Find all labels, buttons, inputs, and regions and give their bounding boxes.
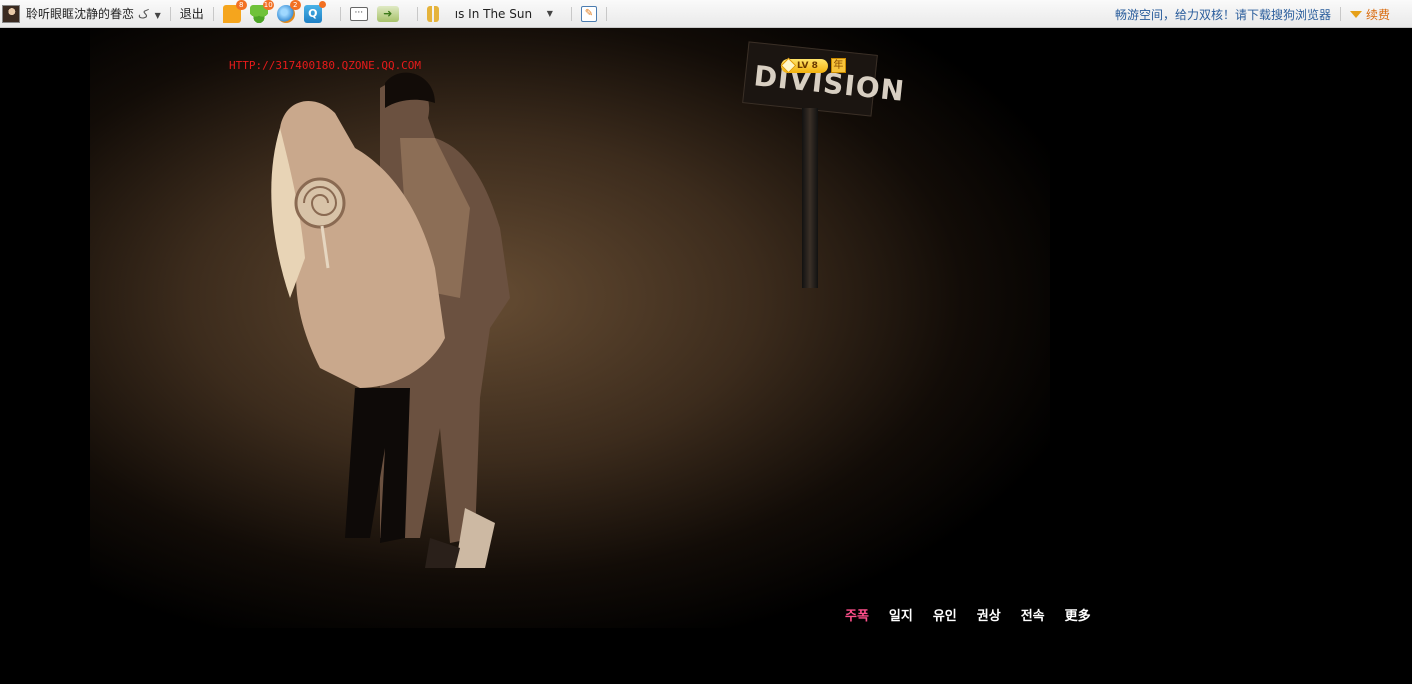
username[interactable]: 聆听眼眶沈静的眷恋	[26, 5, 134, 22]
divider	[212, 6, 214, 21]
qzone-header-banner: DIVISION HTTP://317400180.QZONE.QQ.COM L…	[0, 28, 1412, 684]
background-photo: DIVISION	[90, 28, 1050, 628]
avatar[interactable]	[2, 4, 20, 23]
notification-dot	[318, 0, 326, 8]
account-switch[interactable]: ک ▼	[138, 7, 161, 21]
music-player-icon[interactable]	[426, 5, 439, 22]
level-text: LV 8	[797, 60, 818, 71]
kissing-couple-image	[271, 72, 510, 568]
nav-item-more[interactable]: 更多	[1065, 605, 1091, 624]
account-switch-label: ک	[138, 6, 149, 21]
q-app-icon[interactable]: Q	[303, 0, 326, 23]
nav-item-messages[interactable]: 권상	[977, 605, 1001, 624]
top-toolbar: 聆听眼眶沈静的眷恋 ک ▼ 退出 8 10 2 Q ··· ➜ ıs In Th…	[0, 0, 1412, 28]
qzone-url-link[interactable]: HTTP://317400180.QZONE.QQ.COM	[229, 59, 421, 72]
divider	[1339, 7, 1341, 21]
main-nav: 주폭 일지 유인 권상 전속 更多	[845, 605, 1111, 624]
diamond-icon	[1349, 10, 1362, 18]
divider	[605, 6, 607, 21]
level-pill: LV 8	[780, 57, 828, 73]
nav-item-home[interactable]: 주폭	[845, 605, 869, 624]
clover-badge: 10	[262, 0, 274, 10]
top-right-group: 畅游空间，给力双核！请下载搜狗浏览器 续费	[1115, 0, 1390, 28]
divider	[169, 6, 171, 21]
nav-item-profile[interactable]: 전속	[1021, 605, 1045, 624]
message-badge: 8	[235, 0, 247, 10]
chevron-down-icon[interactable]: ▼	[547, 9, 553, 18]
divider	[416, 6, 418, 21]
nav-item-photos[interactable]: 유인	[933, 605, 957, 624]
browser-promo-link[interactable]: 畅游空间，给力双核！请下载搜狗浏览器	[1115, 6, 1331, 23]
message-icon[interactable]: 8	[222, 0, 247, 23]
diamond-icon	[780, 57, 797, 73]
street-sign: DIVISION	[742, 41, 907, 117]
logout-link[interactable]: 退出	[180, 5, 204, 22]
renew-button[interactable]: 续费	[1349, 6, 1390, 23]
sign-pole	[802, 108, 818, 288]
clover-icon[interactable]: 10	[249, 0, 274, 23]
globe-badge: 2	[289, 0, 301, 10]
arrow-icon[interactable]: ➜	[376, 5, 399, 22]
vip-level-badge[interactable]: LV 8 年	[780, 57, 846, 73]
chevron-down-icon: ▼	[154, 10, 161, 20]
note-icon[interactable]: ✎	[580, 5, 597, 22]
renew-label: 续费	[1365, 7, 1390, 22]
year-badge: 年	[830, 58, 846, 73]
song-title[interactable]: ıs In The Sun	[455, 7, 541, 21]
divider	[339, 6, 341, 21]
globe-icon[interactable]: 2	[276, 0, 301, 23]
nav-item-blog[interactable]: 일지	[889, 605, 913, 624]
divider	[570, 6, 572, 21]
chat-icon[interactable]: ···	[349, 6, 368, 21]
